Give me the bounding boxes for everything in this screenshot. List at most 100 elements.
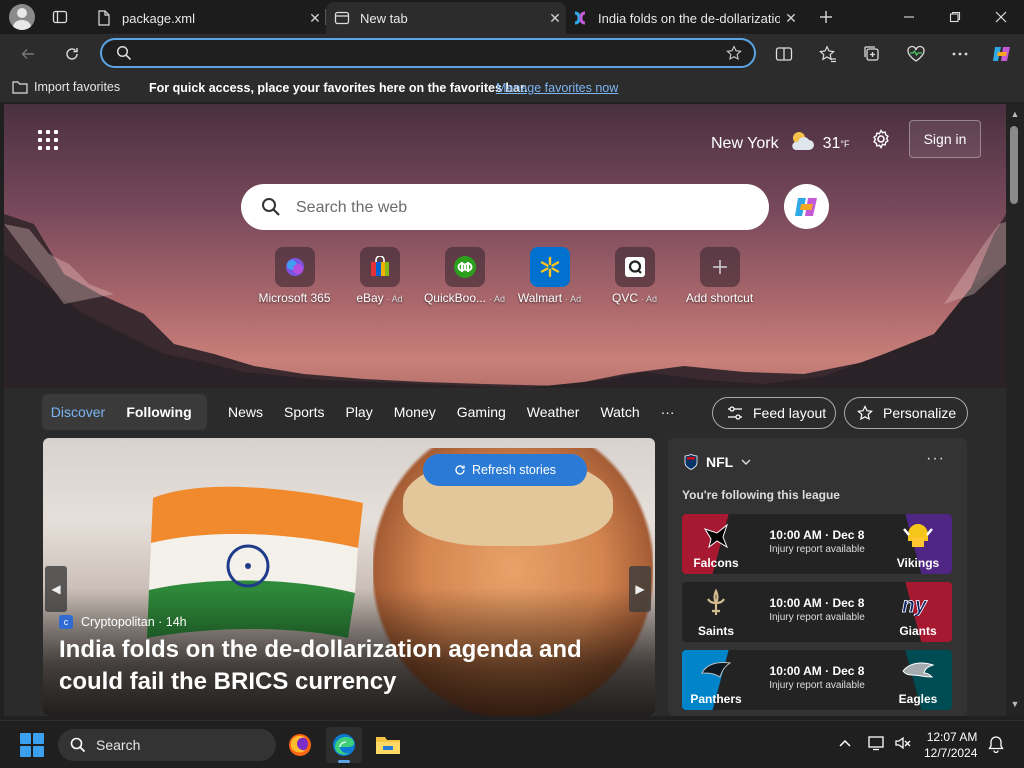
copilot-icon[interactable] [986,38,1018,70]
shortcut-name: QVC [611,291,638,305]
refresh-stories-button[interactable]: Refresh stories [423,454,587,486]
carousel-next-button[interactable]: ▶ [629,566,651,612]
close-tab-icon[interactable]: ✕ [304,7,326,29]
nav-news[interactable]: News [228,404,263,420]
title-bar: package.xml ✕ New tab ✕ India folds on t… [0,0,1024,34]
shortcut-qvc[interactable]: QVC · Ad [592,247,677,305]
nav-gaming[interactable]: Gaming [457,404,506,420]
shortcuts-row: Microsoft 365 eBay · Ad QuickBoo... · Ad W… [252,247,762,305]
away-team-name: Eagles [898,692,938,706]
story-source[interactable]: c Cryptopolitan · 14h [59,615,187,629]
feed-nav: News Sports Play Money Gaming Weather Wa… [228,404,696,420]
close-window-button[interactable] [978,0,1024,34]
profile-avatar[interactable] [9,4,35,30]
game-card[interactable]: Saints 10:00 AM · Dec 8 Injury report av… [682,582,952,642]
tab-discover[interactable]: Discover [42,404,114,420]
nfl-league-selector[interactable]: NFL [684,454,751,470]
split-screen-icon[interactable] [768,38,800,70]
shortcut-ebay[interactable]: eBay · Ad [337,247,422,305]
page-scrollbar[interactable]: ▲ ▼ [1006,104,1024,716]
taskbar-search[interactable]: Search [58,729,276,761]
personalize-button[interactable]: Personalize [844,397,968,429]
browser-toolbar [0,34,1024,74]
shortcut-name: Microsoft 365 [258,291,331,305]
notification-bell-icon[interactable] [988,735,1004,758]
close-tab-icon[interactable]: ✕ [544,7,566,29]
copilot-button[interactable] [784,184,829,229]
sign-in-button[interactable]: Sign in [909,120,981,158]
favorites-icon[interactable] [812,38,844,70]
copilot-icon [794,197,817,216]
volume-muted-icon[interactable] [894,735,912,756]
refresh-button[interactable] [56,38,88,70]
collections-icon[interactable] [856,38,888,70]
nav-weather[interactable]: Weather [527,404,580,420]
firefox-taskbar-icon[interactable] [282,727,318,763]
svg-text:ny: ny [902,594,928,616]
restore-button[interactable] [932,0,978,34]
nav-money[interactable]: Money [394,404,436,420]
shortcut-quickbooks[interactable]: QuickBoo... · Ad [422,247,507,305]
walmart-spark-icon [540,256,559,278]
nav-more[interactable]: ··· [661,404,675,420]
document-icon [96,10,112,26]
show-hidden-icons[interactable] [838,735,852,753]
tab-following[interactable]: Following [114,404,204,420]
hero-story-card[interactable]: Refresh stories ◀ ▶ c Cryptopolitan · 14… [43,438,655,716]
new-tab-button[interactable] [812,5,840,29]
back-button[interactable] [12,38,44,70]
weather-widget[interactable]: New York 31 °F [711,130,850,157]
network-icon[interactable] [868,735,886,756]
edge-taskbar-icon[interactable] [326,727,362,763]
plus-icon [712,260,727,274]
personalize-label: Personalize [883,405,957,421]
away-team: ny Giants [884,582,952,642]
tab-india-folds[interactable]: India folds on the de-dollarization ✕ [566,2,802,34]
shortcut-microsoft-365[interactable]: Microsoft 365 [252,247,337,305]
qvc-icon [624,257,645,277]
carousel-prev-button[interactable]: ◀ [45,566,67,612]
page-settings-icon[interactable] [868,126,894,152]
file-explorer-taskbar-icon[interactable] [370,727,406,763]
apps-launcher-icon[interactable] [38,130,58,150]
home-team: Panthers [682,650,750,710]
import-favorites-label: Import favorites [34,80,121,94]
story-headline[interactable]: India folds on the de-dollarization agen… [59,634,649,698]
tab-package-xml[interactable]: package.xml ✕ [86,2,326,34]
clock-time: 12:07 AM [926,730,978,744]
start-button[interactable] [20,733,44,757]
story-age: · 14h [158,615,187,629]
close-tab-icon[interactable]: ✕ [780,7,802,29]
feed-layout-button[interactable]: Feed layout [712,397,836,429]
more-options-icon[interactable] [944,38,976,70]
add-favorite-icon[interactable] [726,45,742,66]
giants-logo-icon: ny [901,587,935,621]
web-search-box[interactable]: Search the web [241,184,769,230]
nfl-widget: NFL ··· You're following this league Fal… [668,438,967,716]
shortcut-walmart[interactable]: Walmart · Ad [507,247,592,305]
address-bar[interactable] [100,38,756,68]
add-shortcut-button[interactable]: Add shortcut [677,247,762,305]
star-edit-icon [857,405,873,421]
tab-actions-icon[interactable] [46,5,74,29]
system-clock[interactable]: 12:07 AM 12/7/2024 [924,729,977,761]
import-favorites-button[interactable]: Import favorites [12,80,120,94]
nfl-more-options[interactable]: ··· [926,450,945,468]
address-input[interactable] [144,43,704,63]
scroll-down-arrow[interactable]: ▼ [1010,700,1020,709]
tab-new-tab[interactable]: New tab ✕ [326,2,566,34]
nav-watch[interactable]: Watch [600,404,639,420]
manage-favorites-link[interactable]: Manage favorites now [496,81,618,95]
game-card[interactable]: Panthers 10:00 AM · Dec 8 Injury report … [682,650,952,710]
sliders-icon [728,406,742,420]
shortcut-name: QuickBoo... [423,291,486,305]
nav-sports[interactable]: Sports [284,404,324,420]
scroll-up-arrow[interactable]: ▲ [1010,110,1020,119]
feed-layout-label: Feed layout [753,405,827,421]
minimize-button[interactable] [886,0,932,34]
browser-essentials-icon[interactable] [900,38,932,70]
nav-play[interactable]: Play [345,404,372,420]
scroll-thumb[interactable] [1010,126,1018,204]
game-card[interactable]: Falcons 10:00 AM · Dec 8 Injury report a… [682,514,952,574]
feed-toggle: Discover Following [42,394,207,430]
